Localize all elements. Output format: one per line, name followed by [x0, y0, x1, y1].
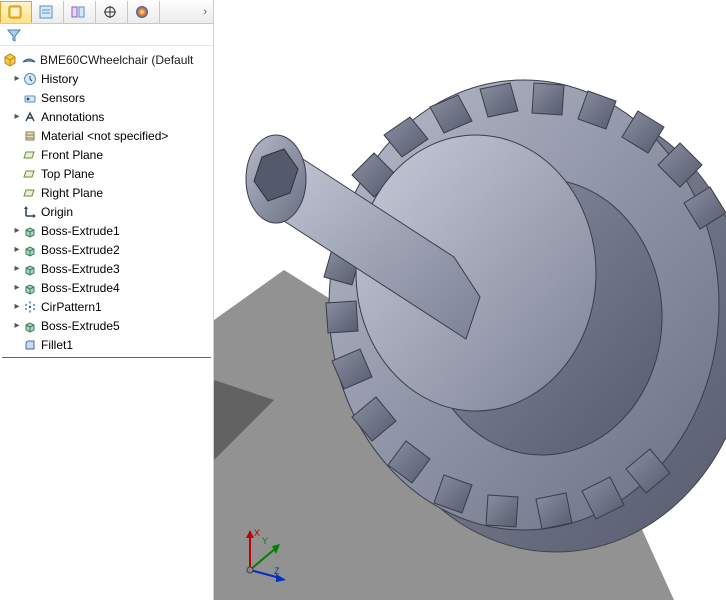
plane-icon [22, 147, 38, 163]
tree-root[interactable]: BME60CWheelchair (Default [2, 50, 211, 69]
tree-item-label: History [41, 72, 78, 86]
tree-item-label: CirPattern1 [41, 300, 102, 314]
tab-overflow: › [160, 6, 213, 18]
annotations-icon [22, 109, 38, 125]
rollback-bar[interactable] [2, 357, 211, 358]
workspace: › BME60CWheelchair (Default ▸ History Sens… [0, 0, 726, 600]
display-manager-icon [134, 4, 150, 20]
dimxpert-manager-tab[interactable] [96, 1, 128, 23]
tree-item-label: Annotations [41, 110, 104, 124]
tree-item-material[interactable]: Material <not specified> [2, 126, 211, 145]
tree-item-label: Boss-Extrude4 [41, 281, 120, 295]
tree-item-top-plane[interactable]: Top Plane [2, 164, 211, 183]
extrude-icon [22, 223, 38, 239]
tree-item-label: Boss-Extrude1 [41, 224, 120, 238]
feature-manager-tab[interactable] [0, 1, 32, 23]
property-manager-icon [38, 4, 54, 20]
extrude-icon [22, 280, 38, 296]
tree-item-label: Origin [41, 205, 73, 219]
expand-toggle[interactable]: ▸ [12, 320, 22, 331]
viewport-model [214, 0, 726, 600]
tree-item-annotations[interactable]: ▸ Annotations [2, 107, 211, 126]
configuration-manager-icon [70, 4, 86, 20]
tree-item-boss-extrude5[interactable]: ▸ Boss-Extrude5 [2, 316, 211, 335]
expand-toggle[interactable]: ▸ [12, 111, 22, 122]
pattern-icon [22, 299, 38, 315]
expand-toggle[interactable]: ▸ [12, 225, 22, 236]
feature-manager-panel: › BME60CWheelchair (Default ▸ History Sens… [0, 0, 214, 600]
funnel-icon[interactable] [6, 27, 22, 43]
tree-item-label: Boss-Extrude3 [41, 262, 120, 276]
tree-item-boss-extrude1[interactable]: ▸ Boss-Extrude1 [2, 221, 211, 240]
tree-item-boss-extrude3[interactable]: ▸ Boss-Extrude3 [2, 259, 211, 278]
tree-item-label: Right Plane [41, 186, 103, 200]
tree-item-label: Fillet1 [41, 338, 73, 352]
tree-item-fillet1[interactable]: Fillet1 [2, 335, 211, 354]
extrude-icon [22, 261, 38, 277]
tree-item-front-plane[interactable]: Front Plane [2, 145, 211, 164]
origin-icon [22, 204, 38, 220]
tree-item-label: Boss-Extrude2 [41, 243, 120, 257]
tree-item-right-plane[interactable]: Right Plane [2, 183, 211, 202]
expand-toggle[interactable]: ▸ [12, 73, 22, 84]
extrude-icon [22, 318, 38, 334]
plane-icon [22, 185, 38, 201]
tree-item-cirpattern1[interactable]: ▸ CirPattern1 [2, 297, 211, 316]
fillet-icon [22, 337, 38, 353]
material-icon [22, 128, 38, 144]
extrude-icon [22, 242, 38, 258]
configuration-manager-tab[interactable] [64, 1, 96, 23]
expand-toggle[interactable]: ▸ [12, 244, 22, 255]
chevron-right-icon[interactable]: › [203, 6, 207, 18]
display-manager-tab[interactable] [128, 1, 160, 23]
tree-item-origin[interactable]: Origin [2, 202, 211, 221]
tree-item-label: Sensors [41, 91, 85, 105]
dimxpert-icon [102, 4, 118, 20]
tree-item-sensors[interactable]: Sensors [2, 88, 211, 107]
cap-icon [21, 52, 37, 68]
manager-tab-strip: › [0, 0, 213, 24]
tree-item-boss-extrude2[interactable]: ▸ Boss-Extrude2 [2, 240, 211, 259]
feature-tree: BME60CWheelchair (Default ▸ History Sensor… [0, 46, 213, 361]
expand-toggle[interactable]: ▸ [12, 301, 22, 312]
expand-toggle[interactable]: ▸ [12, 282, 22, 293]
tree-item-label: Front Plane [41, 148, 103, 162]
sensors-icon [22, 90, 38, 106]
property-manager-tab[interactable] [32, 1, 64, 23]
filter-row [0, 24, 213, 46]
graphics-viewport[interactable]: X Y Z [214, 0, 726, 600]
plane-icon [22, 166, 38, 182]
history-icon [22, 71, 38, 87]
tree-item-history[interactable]: ▸ History [2, 69, 211, 88]
expand-toggle[interactable]: ▸ [12, 263, 22, 274]
tree-item-label: Material <not specified> [41, 129, 168, 143]
part-icon [2, 52, 18, 68]
tree-item-boss-extrude4[interactable]: ▸ Boss-Extrude4 [2, 278, 211, 297]
root-label: BME60CWheelchair (Default [40, 53, 193, 67]
tree-item-label: Top Plane [41, 167, 94, 181]
tree-item-label: Boss-Extrude5 [41, 319, 120, 333]
feature-manager-icon [7, 4, 23, 20]
